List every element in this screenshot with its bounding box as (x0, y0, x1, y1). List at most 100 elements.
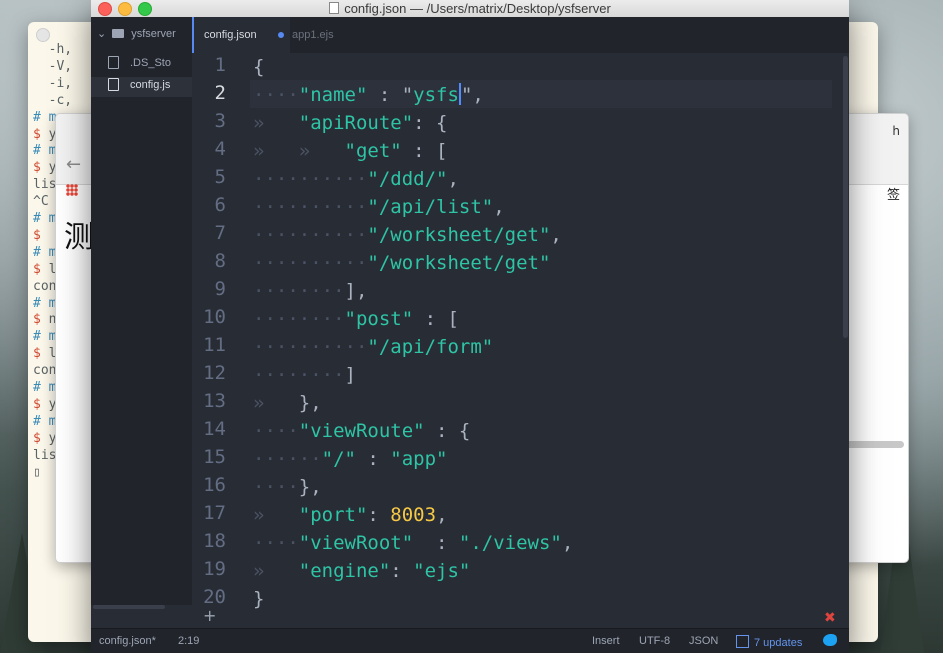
close-icon[interactable]: ✖ (824, 610, 836, 626)
line-number[interactable]: 6 (215, 194, 226, 216)
line-number[interactable]: 20 (203, 586, 226, 608)
line-number-gutter[interactable]: 1 2 3 4 5 6 7 8 9 10 11 12 13 14 15 16 17 18 19 20 (192, 53, 250, 608)
terminal-line: $ l (33, 262, 56, 278)
code-line[interactable]: ··········"/worksheet/get" (253, 249, 550, 277)
prompt-symbol: $ (33, 126, 49, 142)
comment-text: # m (33, 329, 57, 345)
code-line[interactable]: ········] (253, 361, 356, 389)
line-number[interactable]: 8 (215, 250, 226, 272)
code-line[interactable]: ··········"/api/list", (253, 193, 505, 221)
status-encoding[interactable]: UTF-8 (639, 635, 670, 647)
status-file-name[interactable]: config.json* (99, 635, 156, 647)
add-icon[interactable]: + (203, 606, 216, 625)
code-token: 8003 (390, 504, 437, 526)
code-line[interactable]: ······"/" : "app" (253, 445, 448, 473)
line-number[interactable]: 16 (203, 474, 226, 496)
code-token: ysfs (413, 84, 459, 106)
terminal-line: con (33, 363, 56, 379)
code-token: "ejs" (413, 560, 471, 582)
editor-window[interactable]: config.json — /Users/matrix/Desktop/ysfs… (91, 0, 849, 653)
whitespace-marker: » (253, 392, 299, 414)
tree-item-config-json[interactable]: config.js (108, 78, 171, 91)
code-line[interactable]: » "engine": "ejs" (253, 557, 470, 585)
line-number[interactable]: 14 (203, 418, 226, 440)
code-line[interactable]: { (253, 53, 264, 81)
browser-button[interactable]: h (892, 124, 900, 138)
whitespace-marker: ········ (253, 280, 345, 302)
window-title: config.json — /Users/matrix/Desktop/ysfs… (91, 1, 849, 16)
status-insert-mode[interactable]: Insert (592, 635, 620, 647)
line-number[interactable]: 18 (203, 530, 226, 552)
tab-config-json[interactable]: config.json (192, 17, 290, 53)
line-number[interactable]: 2 (215, 82, 226, 104)
code-line[interactable]: ····"viewRoute" : { (253, 417, 470, 445)
title-bar[interactable]: config.json — /Users/matrix/Desktop/ysfs… (91, 0, 849, 18)
terminal-text: -h, (33, 42, 73, 57)
bookmark-label[interactable]: 签 (887, 184, 900, 203)
code-line[interactable]: ····}, (253, 473, 322, 501)
line-number[interactable]: 5 (215, 166, 226, 188)
line-number[interactable]: 1 (215, 54, 226, 76)
code-token: "name" (298, 84, 368, 106)
chevron-down-icon[interactable]: ⌄ (97, 28, 106, 40)
comment-text: # m (33, 380, 57, 395)
status-cursor-position[interactable]: 2:19 (178, 635, 199, 647)
code-line[interactable]: ····"name" : "ysfs ", (253, 81, 484, 109)
comment-text: # m (33, 244, 57, 260)
tree-item-ds-store[interactable]: .DS_Sto (108, 56, 171, 69)
whitespace-marker: ···· (253, 476, 299, 498)
apps-grid-icon[interactable] (66, 184, 78, 196)
line-number[interactable]: 17 (203, 502, 226, 524)
line-number[interactable]: 13 (203, 390, 226, 412)
code-line[interactable]: » "apiRoute": { (253, 109, 447, 137)
line-number[interactable]: 11 (203, 334, 226, 356)
code-token: { (253, 56, 265, 78)
status-grammar[interactable]: JSON (689, 635, 718, 647)
code-token: } (253, 588, 265, 610)
line-number[interactable]: 9 (215, 278, 226, 300)
terminal-text: con (33, 278, 57, 294)
line-number[interactable]: 19 (203, 558, 226, 580)
code-line[interactable]: ··········"/ddd/", (253, 165, 459, 193)
prompt-symbol: $ (33, 160, 49, 176)
status-updates[interactable]: 7 updates (736, 635, 802, 649)
terminal-close-button[interactable] (36, 28, 50, 42)
code-token: "./views" (458, 532, 562, 554)
tree-view-scrollbar[interactable] (93, 605, 165, 609)
whitespace-marker: ···· (253, 84, 299, 106)
code-line[interactable]: ··········"/worksheet/get", (253, 221, 562, 249)
code-line[interactable]: } (253, 585, 264, 613)
code-line[interactable]: » }, (253, 389, 322, 417)
tree-root-folder[interactable]: ⌄ ysfserver (97, 27, 176, 40)
code-line[interactable]: » "port": 8003, (253, 501, 448, 529)
terminal-line: # m (33, 380, 56, 396)
line-number[interactable]: 3 (215, 110, 226, 132)
terminal-line: # m (33, 143, 56, 159)
bird-icon[interactable] (823, 634, 837, 646)
code-line[interactable]: ········"post" : [ (253, 305, 459, 333)
code-line[interactable]: ··········"/api/form" (253, 333, 493, 361)
tree-item-label: config.js (130, 79, 171, 91)
vertical-scrollbar[interactable] (843, 56, 848, 338)
code-token: ], (344, 280, 368, 302)
terminal-line: $ y (33, 127, 56, 143)
back-arrow-icon[interactable]: ← (66, 154, 81, 175)
terminal-line: # m (33, 245, 56, 261)
code-line[interactable]: ········], (253, 277, 367, 305)
code-token: ", (460, 84, 484, 106)
tree-view[interactable]: ⌄ ysfserver .DS_Sto config.js (91, 17, 192, 605)
tab-app1-ejs[interactable]: app1.ejs (282, 17, 372, 53)
code-line[interactable]: » » "get" : [ (253, 137, 447, 165)
line-number[interactable]: 4 (215, 138, 226, 160)
code-token: "/api/list" (367, 196, 494, 218)
line-number[interactable]: 12 (203, 362, 226, 384)
code-token: ] (344, 364, 356, 386)
terminal-line: ^C (33, 194, 49, 210)
line-number[interactable]: 10 (203, 306, 226, 328)
code-line[interactable]: ····"viewRoot" : "./views", (253, 529, 573, 557)
terminal-line: # m (33, 211, 56, 227)
line-number[interactable]: 15 (203, 446, 226, 468)
line-number[interactable]: 7 (215, 222, 226, 244)
code-token: : [ (401, 140, 448, 162)
prompt-symbol: $ (33, 346, 49, 362)
